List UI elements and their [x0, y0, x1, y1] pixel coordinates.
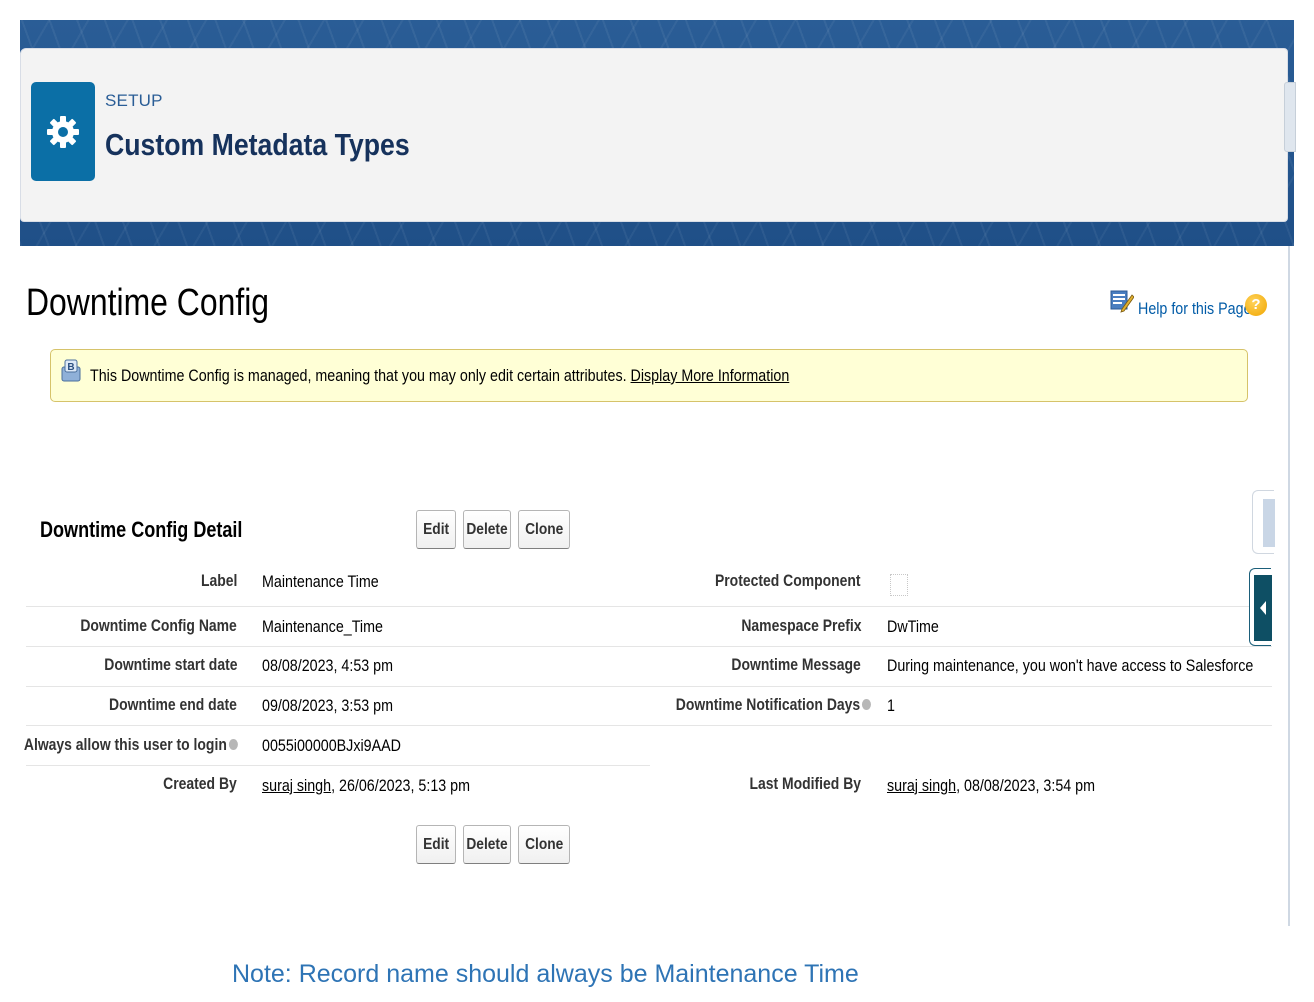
display-more-info-link[interactable]: Display More Information: [631, 366, 790, 385]
page-edge-scrollbar: [1288, 246, 1290, 926]
field-value-end-date: 09/08/2023, 3:53 pm: [262, 696, 394, 715]
help-page-icon: [1110, 289, 1135, 318]
managed-message-body: This Downtime Config is managed, meaning…: [90, 366, 627, 385]
field-label-last-modified: Last Modified By: [749, 774, 861, 793]
row-divider: [650, 725, 1272, 726]
delete-button[interactable]: Delete: [463, 510, 511, 549]
row-divider: [26, 686, 650, 687]
side-tab-collapse[interactable]: [1252, 490, 1275, 554]
row-divider: [26, 606, 650, 607]
side-panel-tab[interactable]: [1284, 82, 1296, 152]
field-value-last-modified: suraj singh, 08/08/2023, 3:54 pm: [887, 776, 1096, 795]
bottom-button-bar: Edit Delete Clone: [416, 825, 570, 864]
setup-eyebrow: SETUP: [105, 91, 163, 110]
field-label-label: Label: [200, 571, 237, 590]
field-value-start-date: 08/08/2023, 4:53 pm: [262, 656, 394, 675]
field-label-end-date: Downtime end date: [109, 695, 237, 714]
field-label-allow-login: Always allow this user to login: [23, 735, 237, 755]
edit-button[interactable]: Edit: [416, 510, 456, 549]
field-label-created-by: Created By: [163, 774, 237, 793]
field-label-message: Downtime Message: [731, 655, 861, 674]
field-label-config-name: Downtime Config Name: [80, 616, 237, 635]
field-value-notification-days: 1: [887, 696, 895, 715]
field-value-config-name: Maintenance_Time: [262, 617, 383, 636]
setup-header: SETUP Custom Metadata Types: [20, 48, 1288, 222]
field-label-start-date: Downtime start date: [103, 655, 237, 674]
row-divider: [650, 686, 1272, 687]
last-modified-user-link[interactable]: suraj singh: [887, 776, 956, 795]
row-divider: [650, 606, 1272, 607]
page-title: Downtime Config: [26, 282, 270, 324]
delete-button[interactable]: Delete: [463, 825, 511, 864]
field-label-protected: Protected Component: [715, 571, 861, 590]
info-icon[interactable]: [861, 699, 871, 711]
field-value-allow-login: 0055i00000BJxi9AAD: [262, 736, 401, 755]
clone-button[interactable]: Clone: [518, 510, 570, 549]
section-title: Downtime Config Detail: [40, 517, 243, 542]
managed-package-icon: B: [60, 359, 82, 388]
field-label-namespace: Namespace Prefix: [740, 616, 861, 635]
setup-title: Custom Metadata Types: [105, 127, 410, 162]
row-divider: [26, 765, 650, 766]
field-value-created-by: suraj singh, 26/06/2023, 5:13 pm: [262, 776, 471, 795]
note-text: Note: Record name should always be Maint…: [232, 960, 859, 988]
created-by-user-link[interactable]: suraj singh: [262, 776, 331, 795]
side-tab-expand[interactable]: [1249, 568, 1272, 646]
managed-message-text: This Downtime Config is managed, meaning…: [90, 366, 789, 386]
row-divider: [26, 646, 650, 647]
svg-text:B: B: [67, 362, 74, 373]
field-value-namespace: DwTime: [887, 617, 939, 636]
protected-component-checkbox: [890, 574, 908, 596]
row-divider: [26, 725, 650, 726]
top-button-bar: Edit Delete Clone: [416, 510, 570, 549]
managed-message: B This Downtime Config is managed, meani…: [50, 349, 1248, 402]
help-link-text[interactable]: Help for this Page: [1138, 299, 1252, 319]
info-icon[interactable]: [227, 739, 237, 751]
clone-button[interactable]: Clone: [518, 825, 570, 864]
row-divider: [650, 646, 1272, 647]
field-label-notification-days: Downtime Notification Days: [676, 695, 871, 715]
field-value-label: Maintenance Time: [262, 572, 379, 591]
field-value-message: During maintenance, you won't have acces…: [887, 656, 1254, 675]
edit-button[interactable]: Edit: [416, 825, 456, 864]
gear-icon: [31, 82, 95, 181]
help-question-icon[interactable]: ?: [1245, 294, 1267, 316]
